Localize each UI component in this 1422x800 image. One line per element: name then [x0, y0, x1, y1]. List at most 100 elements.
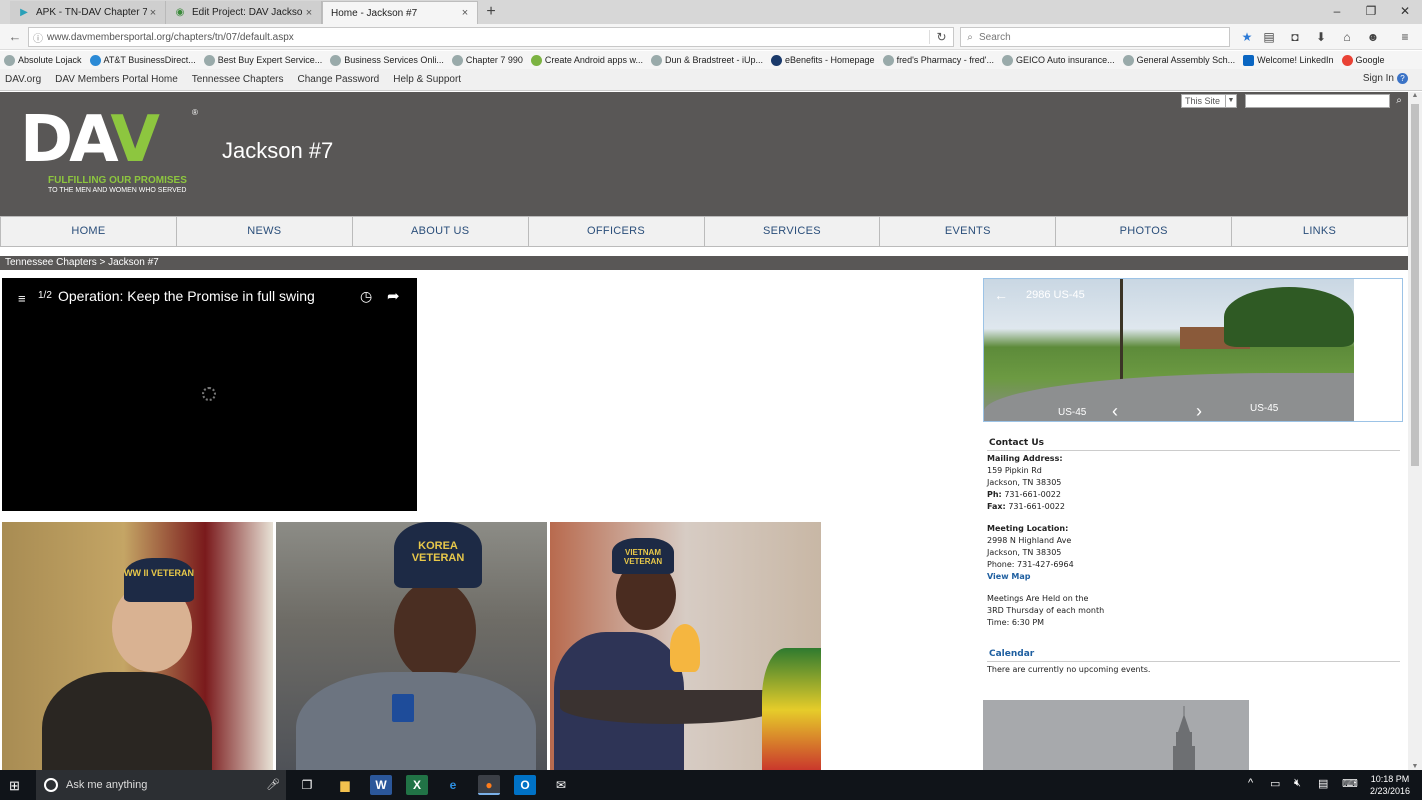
word-icon[interactable]: W [370, 775, 392, 795]
notifications-icon[interactable]: ▤ [1318, 777, 1328, 790]
page-title: Jackson #7 [222, 138, 334, 163]
help-icon[interactable]: ? [1397, 73, 1408, 84]
task-view-icon[interactable]: ❐ [296, 775, 318, 795]
video-player[interactable]: ≡ 1/2 Operation: Keep the Promise in ful… [2, 278, 417, 511]
veteran-jacket [42, 672, 212, 770]
veteran-photo[interactable]: WW II VETERAN [2, 522, 273, 770]
close-window-icon[interactable]: ✕ [1390, 2, 1420, 20]
bookmark-item[interactable]: fred's Pharmacy - fred'... [882, 54, 994, 66]
new-tab-button[interactable]: + [483, 3, 499, 21]
bookmark-favicon-icon [451, 54, 463, 66]
menu-about-us[interactable]: ABOUT US [353, 217, 529, 246]
page-scrollbar[interactable]: ▲ ▼ [1408, 92, 1422, 770]
back-arrow-icon[interactable]: ← [994, 287, 1008, 303]
bookmark-favicon-icon [330, 54, 342, 66]
link-change-password[interactable]: Change Password [298, 74, 380, 85]
playlist-icon[interactable]: ≡ [18, 291, 26, 306]
share-icon[interactable]: ➦ [387, 287, 400, 305]
street-view-map[interactable]: ← 2986 US-45 US-45 US-45 ‹ › [983, 278, 1403, 422]
mail-icon[interactable]: ✉ [550, 775, 572, 795]
excel-icon[interactable]: X [406, 775, 428, 795]
bookmark-item[interactable]: AT&T BusinessDirect... [89, 54, 196, 66]
link-members-portal-home[interactable]: DAV Members Portal Home [55, 74, 178, 85]
menu-photos[interactable]: PHOTOS [1056, 217, 1233, 246]
keyboard-icon[interactable]: ⌨ [1342, 777, 1358, 790]
reload-icon[interactable]: ↻ [929, 30, 953, 44]
menu-news[interactable]: NEWS [177, 217, 353, 246]
bookmark-item[interactable]: Absolute Lojack [4, 54, 82, 66]
pan-left-icon[interactable]: ‹ [1112, 401, 1118, 421]
dav-logo[interactable]: DAV ® FULFILLING OUR PROMISES TO THE MEN… [20, 108, 200, 198]
bookmark-item[interactable]: Dun & Bradstreet - iUp... [650, 54, 763, 66]
account-icon[interactable]: ☻ [1364, 28, 1382, 46]
volume-icon[interactable]: 🔇︎ [1294, 777, 1301, 790]
sign-in-link[interactable]: Sign In ? [1363, 73, 1408, 84]
breadcrumb[interactable]: Tennessee Chapters > Jackson #7 [0, 256, 1408, 270]
menu-events[interactable]: EVENTS [880, 217, 1057, 246]
capitol-image[interactable] [983, 700, 1249, 770]
link-help-support[interactable]: Help & Support [393, 74, 461, 85]
tab-apk[interactable]: ▶ APK - TN-DAV Chapter 7 -... × [10, 1, 166, 24]
site-info-icon[interactable]: ⓘ [29, 30, 47, 45]
search-scope-select[interactable]: This Site ▼ [1181, 94, 1237, 108]
url-bar[interactable]: ⓘ www.davmembersportal.org/chapters/tn/0… [28, 27, 954, 47]
bookmark-favicon-icon [771, 54, 782, 66]
scrollbar-thumb[interactable] [1411, 104, 1419, 466]
scroll-down-icon[interactable]: ▼ [1408, 763, 1422, 770]
bookmark-star-icon[interactable]: ★ [1238, 28, 1256, 46]
watch-later-icon[interactable]: ◷ [360, 288, 372, 305]
firefox-icon[interactable]: ● [478, 775, 500, 795]
link-tennessee-chapters[interactable]: Tennessee Chapters [192, 74, 284, 85]
bookmark-item[interactable]: GEICO Auto insurance... [1002, 54, 1115, 66]
back-icon[interactable]: ← [6, 28, 24, 46]
street-view-image[interactable]: ← 2986 US-45 US-45 US-45 ‹ › [984, 279, 1354, 421]
veteran-photo[interactable]: KOREA VETERAN [276, 522, 547, 770]
menu-icon[interactable]: ≡ [1396, 28, 1414, 46]
view-map-link[interactable]: View Map [987, 571, 1400, 583]
tab-edit-project[interactable]: ◉ Edit Project: DAV Jackson ... × [166, 1, 322, 24]
clock-date: 2/23/2016 [1369, 786, 1411, 796]
pocket-icon[interactable]: ◘ [1286, 28, 1304, 46]
menu-links[interactable]: LINKS [1232, 217, 1407, 246]
file-explorer-icon[interactable]: ▆ [334, 775, 356, 795]
bookmark-item[interactable]: Welcome! LinkedIn [1243, 54, 1334, 66]
show-hidden-icons-icon[interactable]: ^ [1248, 777, 1253, 789]
windows-start-icon[interactable]: ⊞ [9, 778, 24, 793]
menu-officers[interactable]: OFFICERS [529, 217, 705, 246]
scroll-up-icon[interactable]: ▲ [1408, 92, 1422, 99]
bookmark-item[interactable]: Create Android apps w... [530, 54, 643, 66]
bookmark-item[interactable]: eBenefits - Homepage [771, 54, 875, 66]
taskbar-clock[interactable]: 10:18 PM 2/23/2016 [1368, 773, 1412, 797]
bookmark-item[interactable]: Business Services Onli... [330, 54, 444, 66]
internet-explorer-icon[interactable]: e [442, 775, 464, 795]
download-icon[interactable]: ⬇ [1312, 28, 1330, 46]
menu-services[interactable]: SERVICES [705, 217, 881, 246]
bookmark-item[interactable]: Google [1341, 54, 1385, 66]
home-icon[interactable]: ⌂ [1338, 28, 1356, 46]
close-tab-icon[interactable]: × [459, 7, 471, 19]
restore-icon[interactable]: ❐ [1356, 2, 1386, 20]
bookmark-item[interactable]: General Assembly Sch... [1122, 54, 1235, 66]
veteran-photo[interactable]: VIETNAM VETERAN [550, 522, 821, 770]
reading-list-icon[interactable]: ▤ [1260, 28, 1278, 46]
url-text[interactable]: www.davmembersportal.org/chapters/tn/07/… [47, 32, 929, 43]
bookmark-item[interactable]: Best Buy Expert Service... [203, 54, 322, 66]
tab-home-jackson[interactable]: Home - Jackson #7 × [322, 1, 478, 24]
road-label: US-45 [1250, 403, 1279, 414]
close-tab-icon[interactable]: × [303, 7, 315, 19]
link-dav-org[interactable]: DAV.org [5, 74, 41, 85]
microphone-icon[interactable]: 🎤︎ [266, 778, 280, 791]
site-search-input[interactable] [1245, 94, 1390, 108]
cortana-search-box[interactable]: Ask me anything 🎤︎ [36, 770, 286, 800]
outlook-icon[interactable]: O [514, 775, 536, 795]
close-tab-icon[interactable]: × [147, 7, 159, 19]
search-icon[interactable]: ⌕ [1393, 94, 1405, 108]
video-title[interactable]: Operation: Keep the Promise in full swin… [58, 288, 315, 304]
calendar-heading[interactable]: Calendar [987, 649, 1400, 662]
browser-search-input[interactable]: ⌕ Search [960, 27, 1230, 47]
network-icon[interactable]: ▭ [1270, 777, 1280, 790]
pan-right-icon[interactable]: › [1196, 401, 1202, 421]
bookmark-item[interactable]: Chapter 7 990 [451, 54, 523, 66]
minimize-icon[interactable]: – [1322, 2, 1352, 20]
menu-home[interactable]: HOME [1, 217, 177, 246]
